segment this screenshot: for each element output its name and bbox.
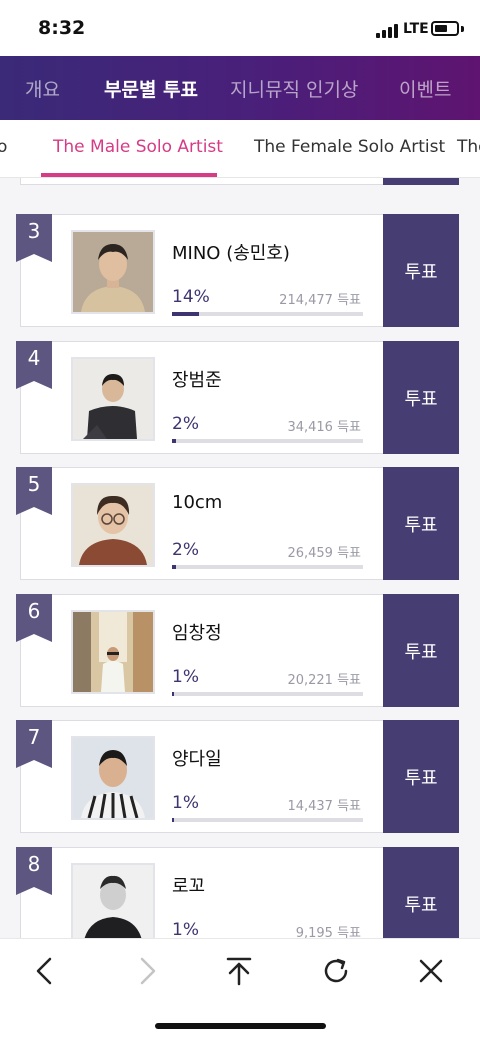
candidate-card: 10cm 2% 26,459 득표 투표 [20,467,459,580]
rank-number: 8 [27,852,41,876]
vote-progress-fill [172,565,176,569]
signal-icon [376,24,398,38]
tab-previous-category[interactable]: o [0,137,7,157]
close-icon [419,959,443,983]
vote-progress-fill [172,439,176,443]
share-icon [226,957,252,986]
vote-progress-fill [172,692,174,696]
candidate-photo [71,736,155,820]
vote-button[interactable]: 투표 [383,467,459,580]
main-tab-bar: 개요 부문별 투표 지니뮤직 인기상 이벤트 [0,56,480,120]
vote-progress-fill [172,818,174,822]
browser-toolbar [0,938,480,1039]
rank-badge: 3 [16,214,52,262]
vote-count: 214,477 득표 [279,293,361,308]
vote-button[interactable]: 투표 [383,594,459,707]
vote-percent: 14% [172,287,210,307]
vote-count: 20,221 득표 [287,673,361,688]
reload-icon [324,958,348,983]
rank-number: 3 [27,219,41,243]
vote-button[interactable]: 투표 [383,341,459,454]
tab-overview[interactable]: 개요 [25,75,60,102]
rank-badge: 7 [16,720,52,768]
rank-badge: 6 [16,594,52,642]
active-tab-underline [41,173,217,177]
rank-badge: 8 [16,847,52,895]
candidate-name: 양다일 [172,749,222,770]
network-type: LTE [403,21,429,37]
rank-number: 4 [27,346,41,370]
tab-genie-popularity[interactable]: 지니뮤직 인기상 [230,75,358,102]
battery-cap [461,26,464,32]
vote-count: 14,437 득표 [287,799,361,814]
vote-percent: 1% [172,667,199,687]
candidate-card-partial: 투표 [20,178,459,185]
vote-percent: 1% [172,793,199,813]
vote-count: 9,195 득표 [295,926,361,938]
candidate-card: 로꼬 1% 9,195 득표 투표 [20,847,459,938]
vote-button[interactable]: 투표 [383,720,459,833]
candidate-name: 10cm [172,492,223,513]
rank-badge: 5 [16,467,52,515]
candidate-photo [71,863,155,938]
vote-percent: 2% [172,540,199,560]
rank-badge: 4 [16,341,52,389]
candidate-name: 로꼬 [172,876,206,897]
candidate-card: 양다일 1% 14,437 득표 투표 [20,720,459,833]
share-button[interactable] [215,949,263,993]
status-bar: 8:32 LTE [0,0,480,56]
battery-icon [431,21,459,36]
back-icon [36,957,52,985]
vote-progress-fill [172,312,199,316]
tab-event[interactable]: 이벤트 [399,75,451,102]
home-indicator [155,1023,326,1029]
vote-progress-bar [172,565,363,569]
candidate-card: 임창정 1% 20,221 득표 투표 [20,594,459,707]
status-time: 8:32 [38,17,86,39]
reload-button[interactable] [312,949,360,993]
candidate-card: MINO (송민호) 14% 214,477 득표 투표 [20,214,459,327]
candidate-card: 장범준 2% 34,416 득표 투표 [20,341,459,454]
vote-button[interactable]: 투표 [383,847,459,938]
vote-percent: 2% [172,414,199,434]
candidate-name: 장범준 [172,370,222,391]
candidate-list[interactable]: 투표 MINO (송민호) 14% 214,477 득표 투표 [0,178,480,938]
vote-percent: 1% [172,920,199,938]
tab-male-solo-artist[interactable]: The Male Solo Artist [53,137,223,157]
vote-progress-bar [172,439,363,443]
rank-number: 5 [27,472,41,496]
candidate-photo [71,483,155,567]
candidate-photo [71,230,155,314]
rank-number: 6 [27,599,41,623]
tab-category-vote[interactable]: 부문별 투표 [104,75,198,102]
tab-female-solo-artist[interactable]: The Female Solo Artist [254,137,445,157]
forward-icon [140,957,156,985]
rank-number: 7 [27,725,41,749]
close-button[interactable] [407,949,455,993]
forward-button[interactable] [123,949,171,993]
candidate-name: MINO (송민호) [172,243,290,264]
candidate-photo [71,357,155,441]
vote-count: 34,416 득표 [287,420,361,435]
candidate-name: 임창정 [172,623,222,644]
vote-progress-bar [172,692,363,696]
vote-button[interactable]: 투표 [383,178,459,185]
candidate-photo [71,610,155,694]
category-tab-bar: o The Male Solo Artist The Female Solo A… [0,120,480,178]
vote-progress-bar [172,312,363,316]
tab-next-category[interactable]: The [457,137,480,157]
back-button[interactable] [21,949,69,993]
vote-progress-bar [172,818,363,822]
vote-count: 26,459 득표 [287,546,361,561]
vote-button[interactable]: 투표 [383,214,459,327]
